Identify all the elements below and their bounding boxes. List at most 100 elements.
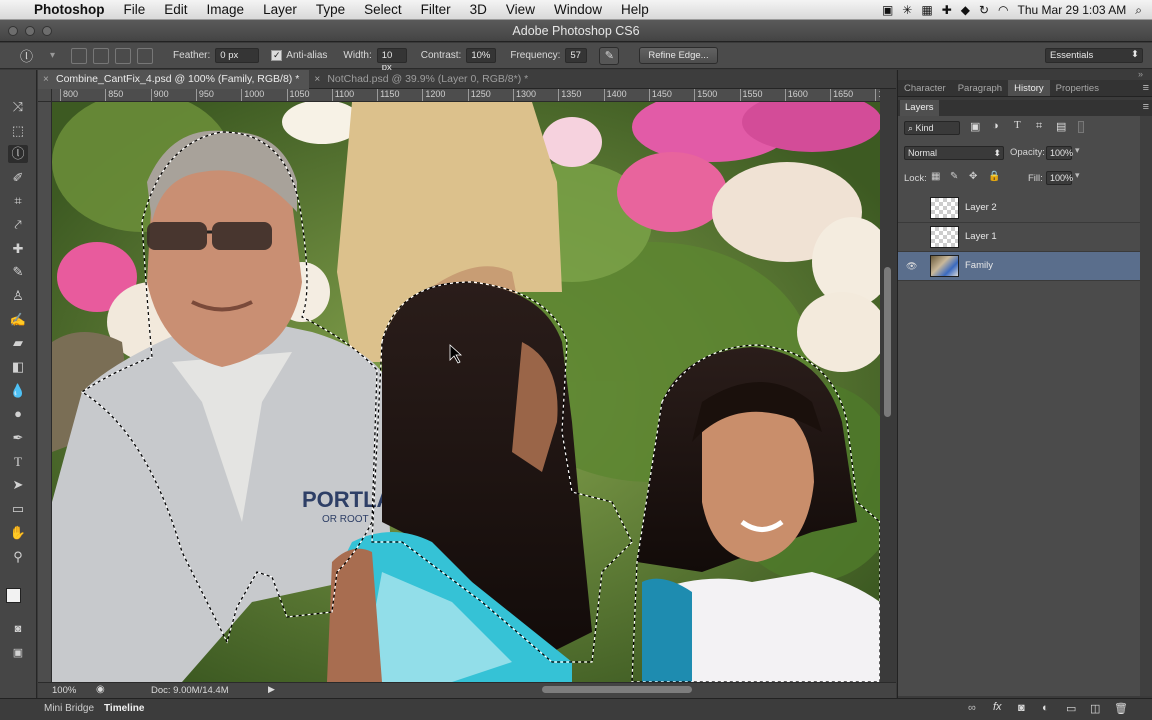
panel-menu-icon[interactable]: ≡ bbox=[1143, 82, 1149, 94]
opacity-input[interactable]: 100% bbox=[1046, 146, 1073, 160]
intersect-selection-icon[interactable] bbox=[137, 47, 154, 64]
horizontal-scroll-thumb[interactable] bbox=[542, 686, 692, 693]
marquee-tool-icon[interactable]: ⬚ bbox=[8, 122, 28, 140]
fx-icon[interactable]: fx bbox=[993, 701, 1002, 713]
workspace-select[interactable]: Essentials ⬍ bbox=[1045, 48, 1143, 63]
new-layer-icon[interactable]: ◫ bbox=[1090, 702, 1100, 715]
tab-history[interactable]: History bbox=[1008, 80, 1050, 96]
quick-selection-tool-icon[interactable]: ✐ bbox=[8, 169, 28, 187]
lasso-tool-preset-icon[interactable]: ⓛ bbox=[20, 46, 40, 65]
menu-layer[interactable]: Layer bbox=[263, 2, 297, 17]
gradient-tool-icon[interactable]: ◧ bbox=[8, 358, 28, 376]
eyedropper-tool-icon[interactable]: ⤤ bbox=[8, 216, 28, 234]
spotlight-search-icon[interactable]: ⌕ bbox=[1135, 3, 1142, 18]
menu-file[interactable]: File bbox=[124, 2, 146, 17]
fill-arrow-icon[interactable]: ▾ bbox=[1075, 170, 1080, 181]
layer-mask-icon[interactable]: ◙ bbox=[1018, 702, 1025, 714]
lock-position-icon[interactable]: ✥ bbox=[969, 171, 977, 182]
rectangle-tool-icon[interactable]: ▭ bbox=[8, 500, 28, 518]
menu-edit[interactable]: Edit bbox=[164, 2, 187, 17]
subtract-selection-icon[interactable] bbox=[115, 47, 132, 64]
menu-filter[interactable]: Filter bbox=[421, 2, 451, 17]
layers-scrollbar[interactable] bbox=[1140, 116, 1152, 696]
menu-3d[interactable]: 3D bbox=[470, 2, 487, 17]
lock-all-icon[interactable]: 🔒 bbox=[988, 171, 1000, 182]
move-tool-icon[interactable]: ⤨ bbox=[8, 98, 28, 116]
lock-transparent-icon[interactable]: ▦ bbox=[931, 171, 940, 182]
tab-character[interactable]: Character bbox=[898, 80, 952, 96]
horizontal-ruler[interactable]: 800 850 900 950 1000 1050 1100 1150 1200 1250 1300… bbox=[52, 89, 880, 102]
zoom-level[interactable]: 100% bbox=[52, 685, 76, 696]
filter-adjustment-icon[interactable]: ◑ bbox=[992, 120, 999, 132]
tab-paragraph[interactable]: Paragraph bbox=[952, 80, 1008, 96]
doc-tab-notchad[interactable]: × NotChad.psd @ 39.9% (Layer 0, RGB/8*) … bbox=[309, 70, 538, 89]
health-icon[interactable]: ✚ bbox=[942, 3, 952, 17]
menu-type[interactable]: Type bbox=[316, 2, 345, 17]
crop-tool-icon[interactable]: ⌗ bbox=[8, 192, 28, 210]
layer-name[interactable]: Family bbox=[965, 260, 993, 271]
filter-kind-select[interactable]: ⌕ Kind bbox=[904, 121, 960, 135]
filter-smart-object-icon[interactable]: ▤ bbox=[1056, 120, 1066, 133]
layer-name[interactable]: Layer 2 bbox=[965, 202, 997, 213]
screen-mode-icon[interactable]: ▣ bbox=[8, 644, 28, 662]
layers-menu-icon[interactable]: ≡ bbox=[1143, 101, 1149, 113]
clock[interactable]: Thu Mar 29 1:03 AM bbox=[1018, 3, 1127, 17]
collapse-panels-icon[interactable]: » bbox=[1138, 69, 1143, 79]
puzzle-icon[interactable]: ◆ bbox=[961, 3, 970, 17]
visibility-toggle[interactable] bbox=[906, 232, 917, 243]
history-brush-tool-icon[interactable]: ✍ bbox=[8, 311, 28, 329]
lasso-tool-icon[interactable]: ⓛ bbox=[8, 145, 28, 163]
dodge-tool-icon[interactable]: ● bbox=[8, 405, 28, 423]
menu-select[interactable]: Select bbox=[364, 2, 402, 17]
document-canvas[interactable]: PORTLAN OR ROOT bbox=[52, 102, 880, 682]
sync-icon[interactable]: ↻ bbox=[979, 3, 989, 17]
eraser-tool-icon[interactable]: ▰ bbox=[8, 334, 28, 352]
filter-pixel-icon[interactable]: ▣ bbox=[970, 120, 980, 133]
tab-layers[interactable]: Layers bbox=[900, 100, 939, 116]
tab-properties[interactable]: Properties bbox=[1050, 80, 1105, 96]
blur-tool-icon[interactable]: 💧 bbox=[8, 382, 28, 400]
brightness-icon[interactable]: ✳ bbox=[902, 3, 912, 17]
blend-mode-select[interactable]: Normal ⬍ bbox=[904, 146, 1004, 160]
doc-tab-combine[interactable]: × Combine_CantFix_4.psd @ 100% (Family, … bbox=[38, 70, 310, 89]
camera-icon[interactable]: ▣ bbox=[882, 3, 893, 17]
close-tab-icon[interactable]: × bbox=[43, 70, 49, 89]
grid-icon[interactable]: ▦ bbox=[921, 3, 932, 17]
clone-stamp-tool-icon[interactable]: ♙ bbox=[8, 287, 28, 305]
menu-help[interactable]: Help bbox=[621, 2, 649, 17]
filter-shape-icon[interactable]: ⌗ bbox=[1036, 120, 1042, 133]
link-layers-icon[interactable]: ∞ bbox=[968, 702, 976, 714]
trash-icon[interactable]: 🗑 bbox=[1114, 702, 1128, 715]
add-selection-icon[interactable] bbox=[93, 47, 110, 64]
export-icon[interactable]: ◉ bbox=[96, 684, 105, 695]
menu-window[interactable]: Window bbox=[554, 2, 602, 17]
antialias-checkbox[interactable]: ✓ bbox=[271, 50, 283, 61]
zoom-tool-icon[interactable]: ⚲ bbox=[8, 548, 28, 566]
tab-timeline[interactable]: Timeline bbox=[104, 703, 144, 714]
frequency-input[interactable]: 57 bbox=[565, 48, 588, 63]
layer-name[interactable]: Layer 1 bbox=[965, 231, 997, 242]
opacity-arrow-icon[interactable]: ▾ bbox=[1075, 145, 1080, 156]
group-folder-icon[interactable]: ▭ bbox=[1066, 702, 1076, 715]
layer-row-layer-1[interactable]: Layer 1 bbox=[898, 223, 1140, 252]
ruler-origin[interactable] bbox=[38, 89, 52, 102]
type-tool-icon[interactable]: T bbox=[8, 453, 28, 471]
vertical-scrollbar[interactable] bbox=[880, 102, 896, 682]
pen-tool-icon[interactable]: ✒ bbox=[8, 429, 28, 447]
eye-icon[interactable]: 👁 bbox=[906, 261, 917, 272]
vertical-scroll-thumb[interactable] bbox=[884, 267, 891, 417]
filter-toggle[interactable] bbox=[1078, 121, 1084, 133]
fill-input[interactable]: 100% bbox=[1046, 171, 1073, 185]
menu-view[interactable]: View bbox=[506, 2, 535, 17]
filter-type-icon[interactable]: T bbox=[1014, 119, 1021, 131]
app-menu[interactable]: Photoshop bbox=[34, 2, 105, 17]
feather-input[interactable]: 0 px bbox=[215, 48, 260, 63]
menu-image[interactable]: Image bbox=[207, 2, 245, 17]
layer-row-layer-2[interactable]: Layer 2 bbox=[898, 194, 1140, 223]
lock-pixels-icon[interactable]: ✎ bbox=[950, 171, 958, 182]
foreground-color-swatch[interactable] bbox=[6, 588, 21, 603]
tablet-pressure-icon[interactable]: ✎ bbox=[599, 46, 620, 65]
close-tab-icon[interactable]: × bbox=[314, 70, 320, 89]
zoom-window-button[interactable] bbox=[42, 26, 52, 36]
refine-edge-button[interactable]: Refine Edge... bbox=[639, 47, 718, 64]
